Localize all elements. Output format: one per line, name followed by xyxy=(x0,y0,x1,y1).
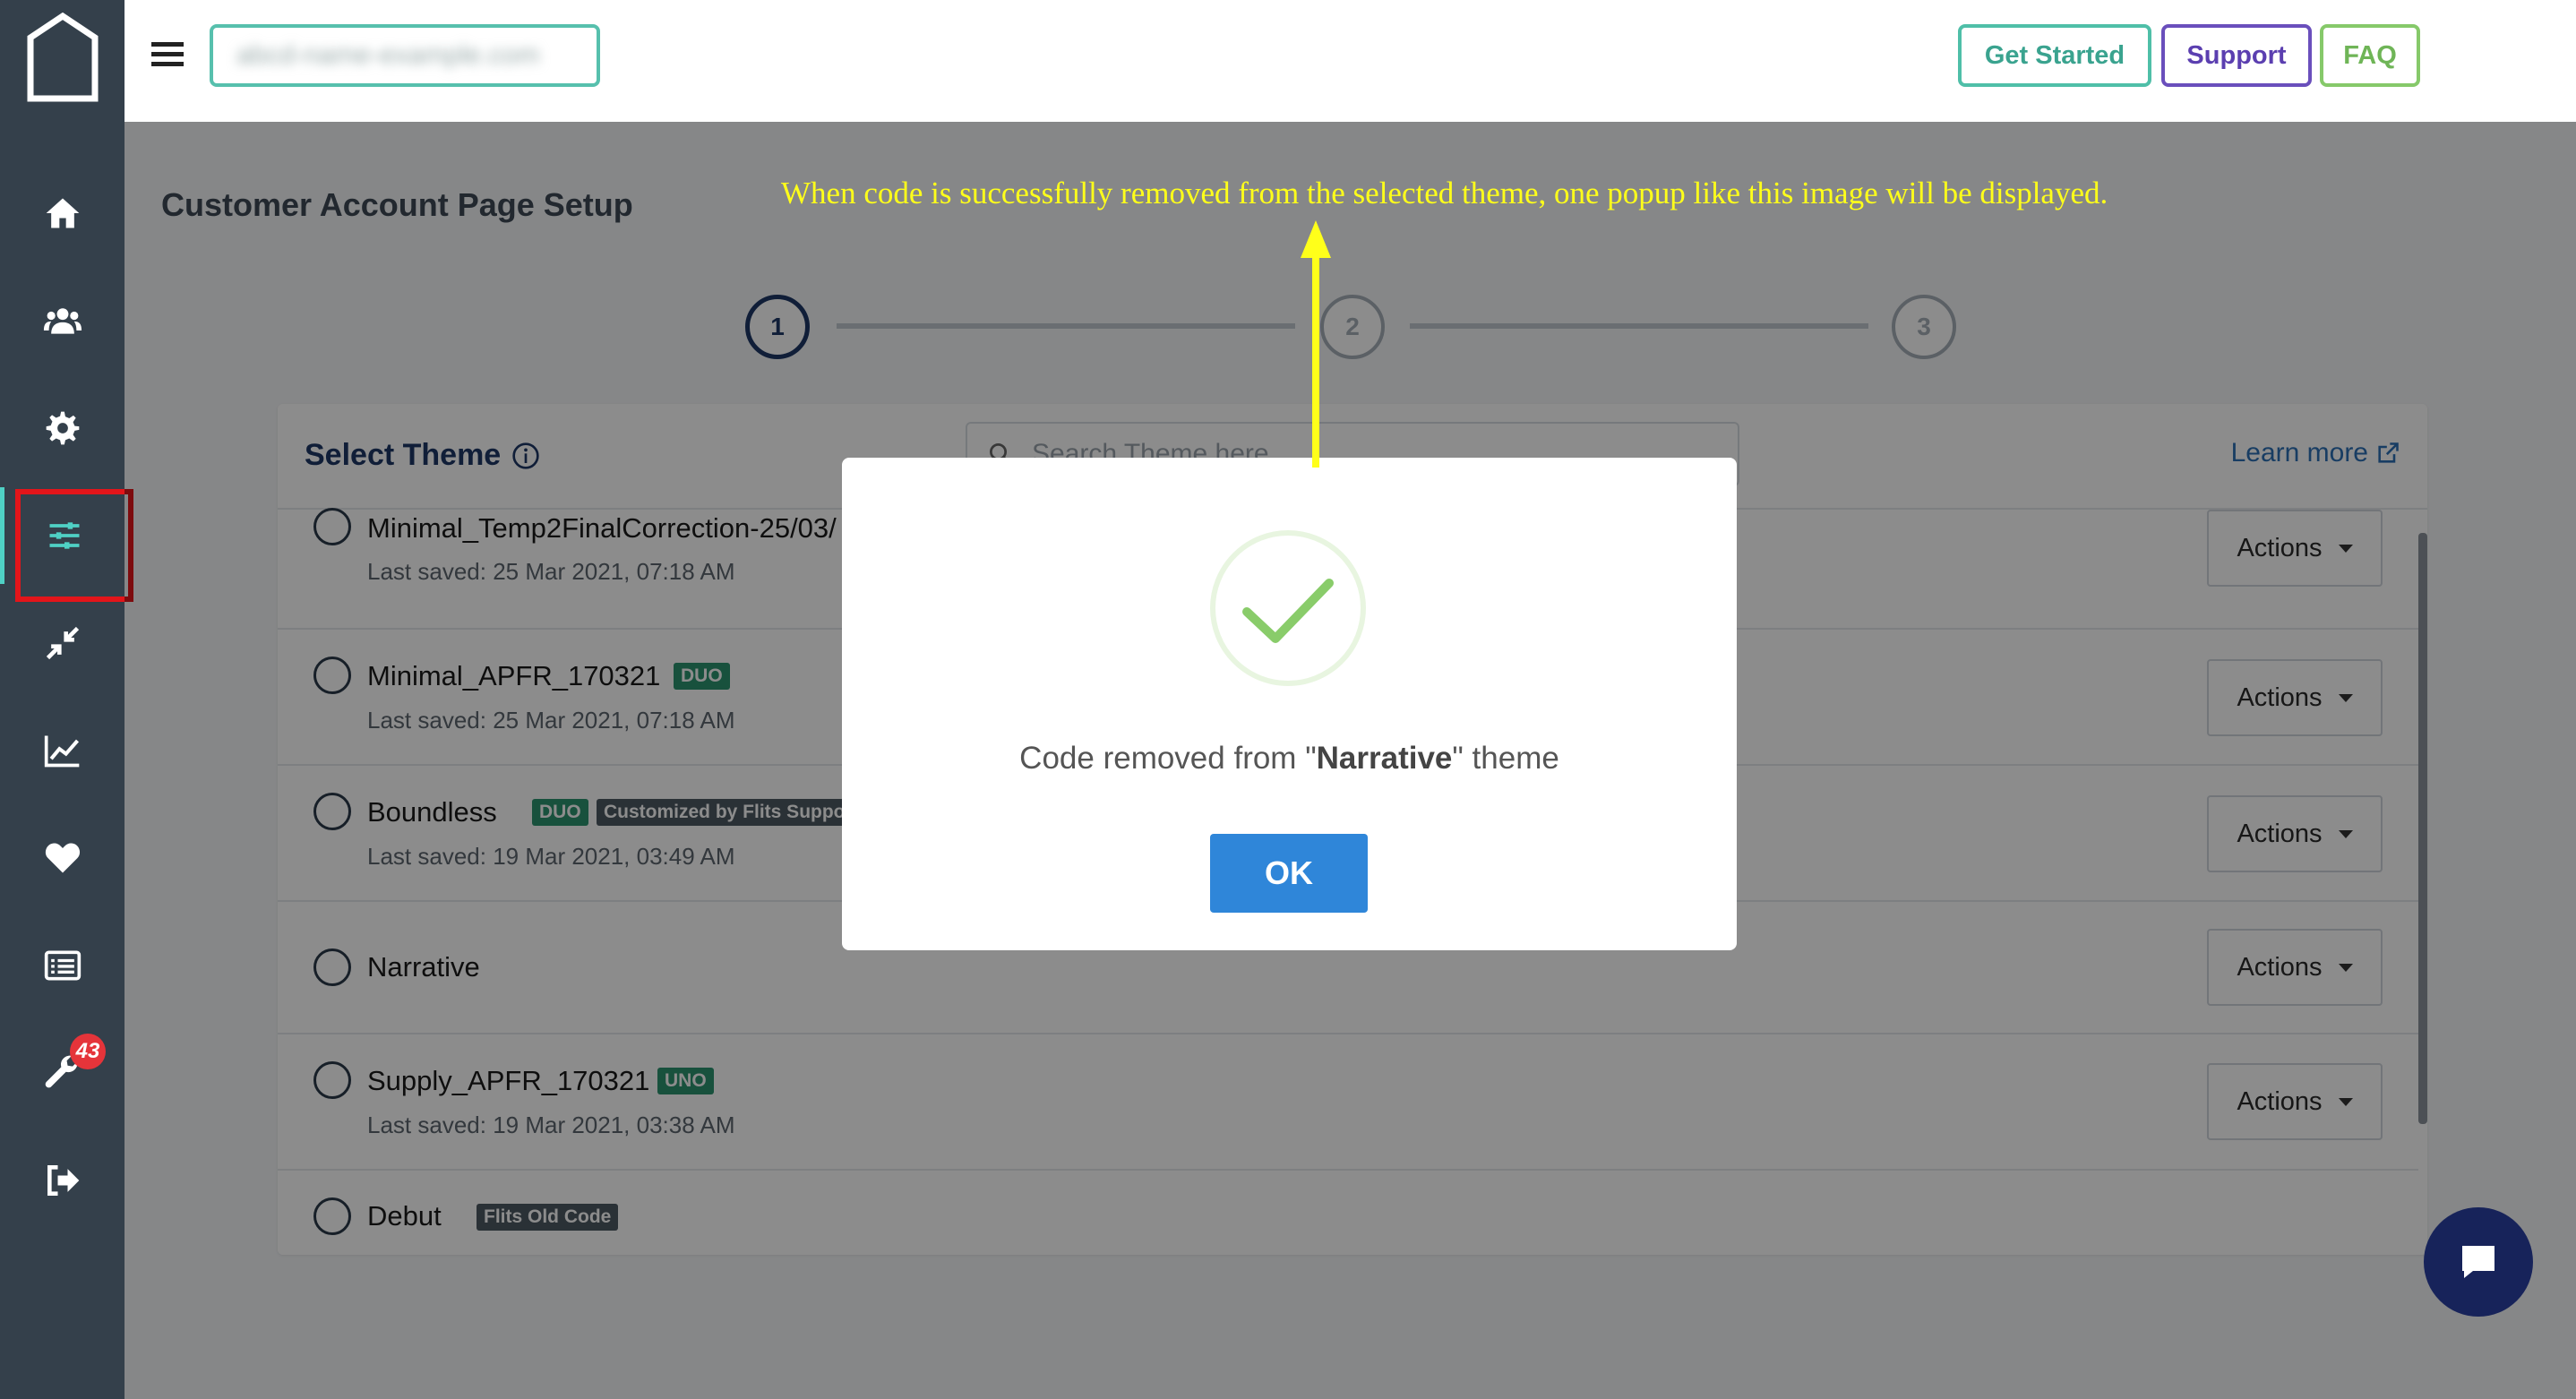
heart-icon xyxy=(45,843,80,873)
sidebar-item-settings[interactable] xyxy=(0,380,125,476)
sidebar-item-reports[interactable] xyxy=(0,917,125,1014)
sidebar: 43 xyxy=(0,0,133,1399)
store-selector[interactable]: abcd-name-example.com xyxy=(210,24,600,87)
sidebar-item-home[interactable] xyxy=(0,165,125,262)
annotation-arrow-icon xyxy=(1301,220,1331,468)
sidebar-item-logout[interactable] xyxy=(0,1132,125,1229)
store-name: abcd-name-example.com xyxy=(236,40,540,70)
sidebar-item-integrations[interactable] xyxy=(0,595,125,691)
modal-message: Code removed from "Narrative" theme xyxy=(842,741,1737,777)
app-logo[interactable] xyxy=(25,13,100,102)
sidebar-item-analytics[interactable] xyxy=(0,702,125,799)
sidebar-item-customers[interactable] xyxy=(0,272,125,369)
success-check-icon xyxy=(1210,530,1366,686)
chat-icon xyxy=(2462,1246,2494,1278)
notification-badge: 43 xyxy=(70,1034,106,1069)
compress-icon xyxy=(46,626,79,660)
sidebar-item-theme-setup[interactable] xyxy=(0,487,133,602)
users-icon xyxy=(43,308,82,334)
annotation-text: When code is successfully removed from t… xyxy=(781,176,2108,210)
modal-theme-name: Narrative xyxy=(1316,741,1453,776)
support-button[interactable]: Support xyxy=(2161,24,2312,87)
home-icon xyxy=(46,198,79,228)
get-started-button[interactable]: Get Started xyxy=(1958,24,2151,87)
chat-launcher-button[interactable] xyxy=(2424,1207,2533,1317)
hamburger-menu-icon[interactable] xyxy=(151,39,184,68)
logout-icon xyxy=(47,1165,79,1196)
ok-button[interactable]: OK xyxy=(1210,834,1368,913)
modal-message-suffix: " theme xyxy=(1452,741,1559,776)
gear-icon xyxy=(46,411,79,445)
sidebar-item-tools[interactable]: 43 xyxy=(0,1025,125,1121)
sliders-icon xyxy=(49,522,80,549)
chart-line-icon xyxy=(44,735,79,768)
success-modal: Code removed from "Narrative" theme OK xyxy=(842,458,1737,950)
list-icon xyxy=(44,950,81,981)
modal-message-prefix: Code removed from " xyxy=(1019,741,1317,776)
sidebar-item-wishlist[interactable] xyxy=(0,810,125,906)
faq-button[interactable]: FAQ xyxy=(2320,24,2420,87)
